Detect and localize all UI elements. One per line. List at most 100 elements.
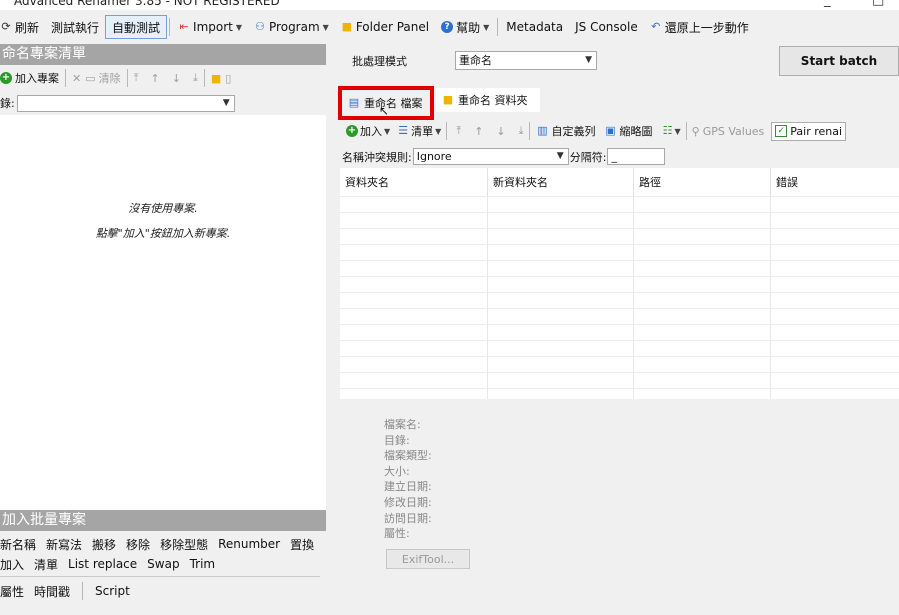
method-new-case[interactable]: 新寫法 — [46, 536, 82, 553]
method-remove[interactable]: 移除 — [126, 536, 150, 553]
column-folder-name[interactable]: 資料夾名 — [340, 168, 488, 196]
table-row[interactable] — [340, 292, 899, 308]
table-cell — [340, 229, 488, 244]
move-down-icon[interactable]: ↓ — [496, 125, 505, 138]
table-cell — [340, 373, 488, 388]
table-row[interactable] — [340, 260, 899, 276]
conflict-row: 名稱沖突規則: Ignore ▼ 分隔符: _ — [342, 148, 666, 165]
method-trim[interactable]: Trim — [190, 557, 216, 571]
table-row[interactable] — [340, 372, 899, 388]
refresh-button[interactable]: ⟳ 刷新 — [0, 16, 45, 38]
separator-input[interactable]: _ — [607, 148, 666, 165]
method-remove-pattern[interactable]: 移除型態 — [160, 536, 208, 553]
open-folder-icon[interactable]: ■ — [211, 72, 221, 85]
method-row-3: 屬性 時間戳 Script — [0, 581, 326, 601]
table-row[interactable] — [340, 244, 899, 260]
info-field-label: 屬性: — [384, 527, 410, 541]
method-script[interactable]: Script — [95, 584, 130, 598]
test-run-button[interactable]: 測試執行 — [45, 16, 105, 38]
move-up-icon[interactable]: ↑ — [151, 72, 160, 85]
table-cell — [634, 309, 771, 324]
remove-icon[interactable]: ✕ — [72, 72, 81, 85]
table-row[interactable] — [340, 308, 899, 324]
chevron-down-icon: ▼ — [322, 22, 329, 32]
method-row-1: 新名稱 新寫法 搬移 移除 移除型態 Renumber 置換 — [0, 534, 326, 554]
auto-test-toggle[interactable]: 自動測試 — [105, 15, 168, 39]
import-icon: ⇤ — [179, 20, 189, 33]
view-menu[interactable]: ☷ ▼ — [662, 125, 681, 137]
table-cell — [634, 277, 771, 292]
move-bottom-icon[interactable]: ⤓ — [519, 124, 524, 138]
table-row[interactable] — [340, 276, 899, 292]
info-field-label: 大小: — [384, 464, 410, 478]
table-cell — [340, 309, 488, 324]
table-row[interactable] — [340, 388, 899, 399]
table-cell — [634, 357, 771, 372]
table-row[interactable] — [340, 340, 899, 356]
thumbnails-button[interactable]: ▣ 縮略圖 — [605, 123, 652, 139]
column-error[interactable]: 錯誤 — [771, 168, 899, 196]
method-attributes[interactable]: 屬性 — [0, 583, 24, 600]
conflict-rule-select[interactable]: Ignore ▼ — [412, 148, 569, 165]
toolbar-separator — [685, 122, 687, 140]
table-cell — [634, 293, 771, 308]
list-icon: ☰ — [398, 124, 409, 137]
start-batch-button[interactable]: Start batch — [779, 46, 899, 76]
add-files-menu[interactable]: + 加入 ▼ — [346, 123, 390, 139]
table-cell — [340, 261, 488, 276]
method-replace[interactable]: 置換 — [290, 536, 314, 553]
toolbar-separator — [169, 18, 171, 36]
batch-mode-select[interactable]: 重命名 ▼ — [455, 51, 597, 70]
column-path[interactable]: 路徑 — [634, 168, 771, 196]
list-menu[interactable]: ☰ 清單 ▼ — [397, 123, 441, 139]
undo-button[interactable]: ↶ 還原上一步動作 — [644, 16, 755, 38]
column-new-folder-name[interactable]: 新資料夾名 — [488, 168, 634, 196]
metadata-button[interactable]: Metadata — [500, 16, 569, 38]
window-title: Advanced Renamer 3.85 - NOT REGISTERED — [14, 0, 280, 8]
help-menu[interactable]: ? 幫助 ▼ — [435, 16, 495, 38]
table-row[interactable] — [340, 356, 899, 372]
pair-rename-toggle[interactable]: ✓ Pair renai — [771, 121, 847, 141]
table-cell — [488, 261, 634, 276]
empty-message: 沒有使用專案. — [128, 202, 198, 215]
table-row[interactable] — [340, 212, 899, 228]
method-swap[interactable]: Swap — [147, 557, 179, 571]
move-top-icon[interactable]: ⤒ — [456, 124, 461, 138]
gps-values-button[interactable]: ⚲ GPS Values — [692, 125, 765, 138]
save-icon[interactable]: ▯ — [225, 72, 231, 85]
columns-icon: ▥ — [537, 124, 548, 137]
directory-row: 錄: ▼ — [0, 91, 326, 115]
table-row[interactable] — [340, 324, 899, 340]
table-row[interactable] — [340, 196, 899, 212]
minimize-button[interactable]: _ — [824, 0, 831, 8]
method-timestamp[interactable]: 時間戳 — [34, 583, 70, 600]
js-console-button[interactable]: JS Console — [569, 16, 644, 38]
table-cell — [488, 389, 634, 399]
move-up-icon[interactable]: ↑ — [474, 125, 483, 138]
program-menu[interactable]: ⚇ Program ▼ — [248, 16, 335, 38]
clear-button[interactable]: ▭ 清除 — [85, 70, 120, 86]
add-project-button[interactable]: + 加入專案 — [0, 70, 59, 86]
method-move[interactable]: 搬移 — [92, 536, 116, 553]
method-list[interactable]: 清單 — [34, 556, 58, 573]
custom-columns-button[interactable]: ▥ 自定義列 — [537, 123, 595, 139]
info-field-label: 修改日期: — [384, 495, 432, 509]
directory-select[interactable]: ▼ — [16, 94, 235, 112]
batch-mode-label: 批處理模式 — [352, 55, 407, 68]
table-cell — [771, 213, 899, 228]
table-cell — [771, 373, 899, 388]
folder-panel-button[interactable]: ■ Folder Panel — [335, 16, 435, 38]
move-down-icon[interactable]: ↓ — [172, 72, 181, 85]
method-list-replace[interactable]: List replace — [68, 557, 137, 571]
method-renumber[interactable]: Renumber — [218, 537, 280, 551]
import-menu[interactable]: ⇤ Import ▼ — [172, 16, 248, 38]
tab-rename-folders[interactable]: ■ 重命名 資料夾 — [436, 88, 540, 112]
method-new-name[interactable]: 新名稱 — [0, 536, 36, 553]
maximize-button[interactable]: □ — [872, 0, 884, 8]
exiftool-button[interactable]: ExifTool... — [386, 549, 470, 569]
toolbar-separator — [497, 18, 499, 36]
method-add[interactable]: 加入 — [0, 556, 24, 573]
move-bottom-icon[interactable]: ⤓ — [193, 71, 198, 85]
table-row[interactable] — [340, 228, 899, 244]
move-top-icon[interactable]: ⤒ — [134, 71, 139, 85]
